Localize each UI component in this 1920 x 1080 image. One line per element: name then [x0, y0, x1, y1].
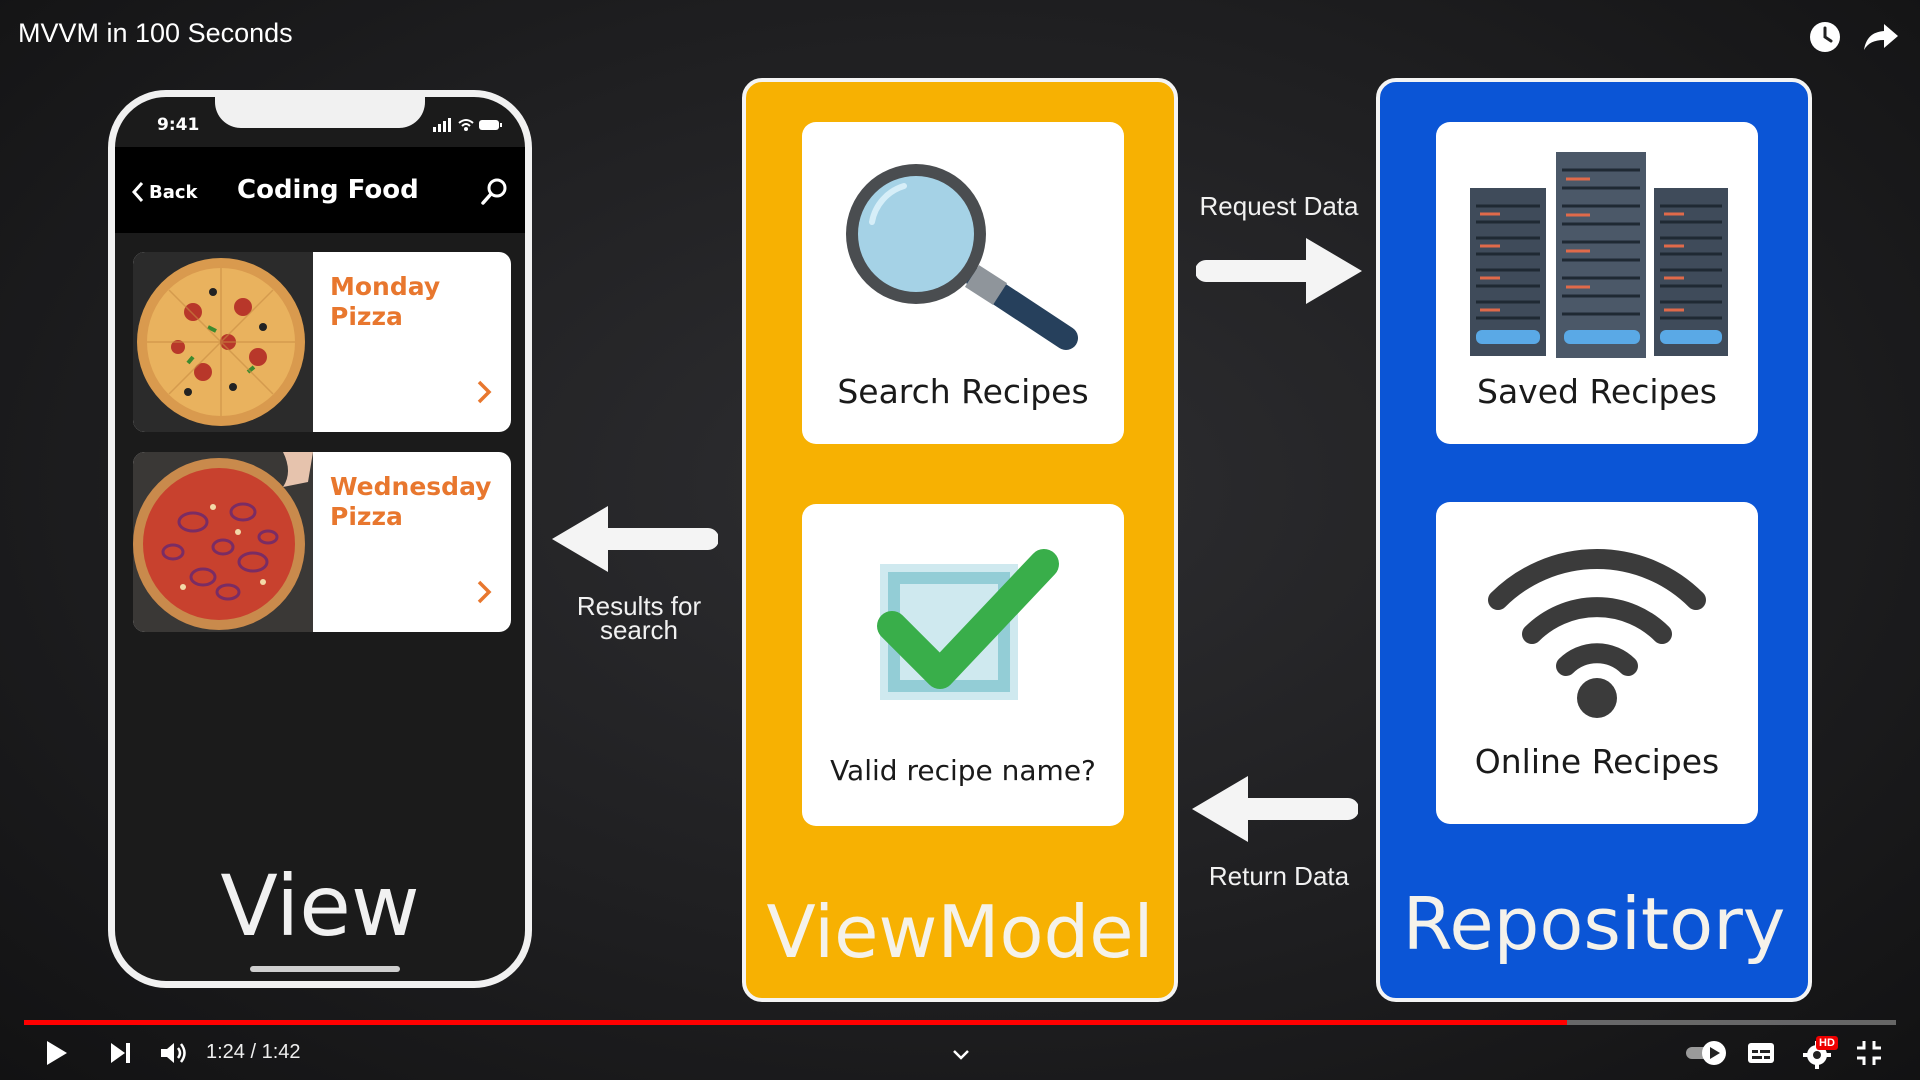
hd-badge: HD — [1816, 1036, 1838, 1050]
viewmodel-title: ViewModel — [766, 890, 1154, 974]
chevron-right-icon — [477, 380, 492, 404]
phone-notch — [215, 97, 425, 128]
request-data-label: Request Data — [1199, 191, 1359, 221]
settings-button[interactable]: HD — [1802, 1036, 1842, 1070]
clock-icon[interactable] — [1808, 20, 1842, 54]
return-data-label: Return Data — [1208, 861, 1350, 891]
recipe-name: Monday Pizza — [330, 272, 441, 331]
results-label: Results for search — [576, 591, 702, 645]
repository-title: Repository — [1402, 882, 1786, 966]
checkmark-icon — [877, 549, 1059, 700]
phone-title: Coding Food — [237, 175, 419, 205]
view-label: View — [220, 857, 420, 955]
recipe-name: Wednesday Pizza — [330, 472, 492, 531]
repository-panel: Saved Recipes Online Recipes Repository — [1376, 78, 1812, 1002]
left-arrow-icon — [1192, 776, 1358, 842]
share-arrow-icon[interactable] — [1862, 20, 1900, 54]
chevron-left-icon — [131, 182, 144, 202]
status-icons — [433, 118, 502, 132]
exit-fullscreen-icon[interactable] — [1854, 1038, 1884, 1068]
validate-card: Valid recipe name? — [802, 504, 1124, 826]
chevron-down-icon[interactable] — [950, 1040, 972, 1070]
subtitles-icon[interactable] — [1746, 1038, 1776, 1068]
next-icon[interactable] — [108, 1038, 134, 1068]
video-title[interactable]: MVVM in 100 Seconds — [18, 18, 293, 49]
recipe-card[interactable]: Wednesday Pizza — [133, 452, 511, 632]
validate-label: Valid recipe name? — [830, 754, 1096, 787]
right-arrow-icon — [1196, 238, 1362, 304]
search-recipes-label: Search Recipes — [837, 372, 1089, 411]
online-recipes-label: Online Recipes — [1474, 742, 1720, 781]
autoplay-toggle[interactable] — [1684, 1038, 1730, 1068]
search-recipes-card: Search Recipes — [802, 122, 1124, 444]
search-icon[interactable] — [479, 177, 509, 207]
online-recipes-card: Online Recipes — [1436, 502, 1758, 824]
progress-played — [24, 1020, 1567, 1025]
play-icon[interactable] — [44, 1038, 70, 1068]
back-label: Back — [149, 181, 198, 203]
saved-recipes-card: Saved Recipes — [1436, 122, 1758, 444]
left-arrow-icon — [552, 506, 718, 572]
chevron-right-icon — [477, 580, 492, 604]
status-time: 9:41 — [157, 115, 200, 135]
server-icon — [1470, 152, 1728, 358]
phone-nav-bar: Back Coding Food — [115, 147, 525, 233]
back-button[interactable]: Back — [131, 181, 198, 203]
pizza-image — [133, 452, 313, 632]
recipe-card[interactable]: Monday Pizza — [133, 252, 511, 432]
pizza-image — [133, 252, 313, 432]
volume-icon[interactable] — [158, 1038, 188, 1068]
magnifier-icon — [846, 164, 1078, 350]
time-display: 1:24 / 1:42 — [206, 1041, 301, 1063]
viewmodel-panel: Search Recipes Valid recipe name? ViewMo… — [742, 78, 1178, 1002]
saved-recipes-label: Saved Recipes — [1477, 372, 1717, 411]
phone-mockup: 9:41 Back Coding Food Monday Pizza Wedne… — [108, 90, 532, 988]
wifi-icon — [1488, 549, 1706, 718]
home-indicator — [250, 966, 400, 972]
progress-bar[interactable] — [24, 1020, 1896, 1025]
